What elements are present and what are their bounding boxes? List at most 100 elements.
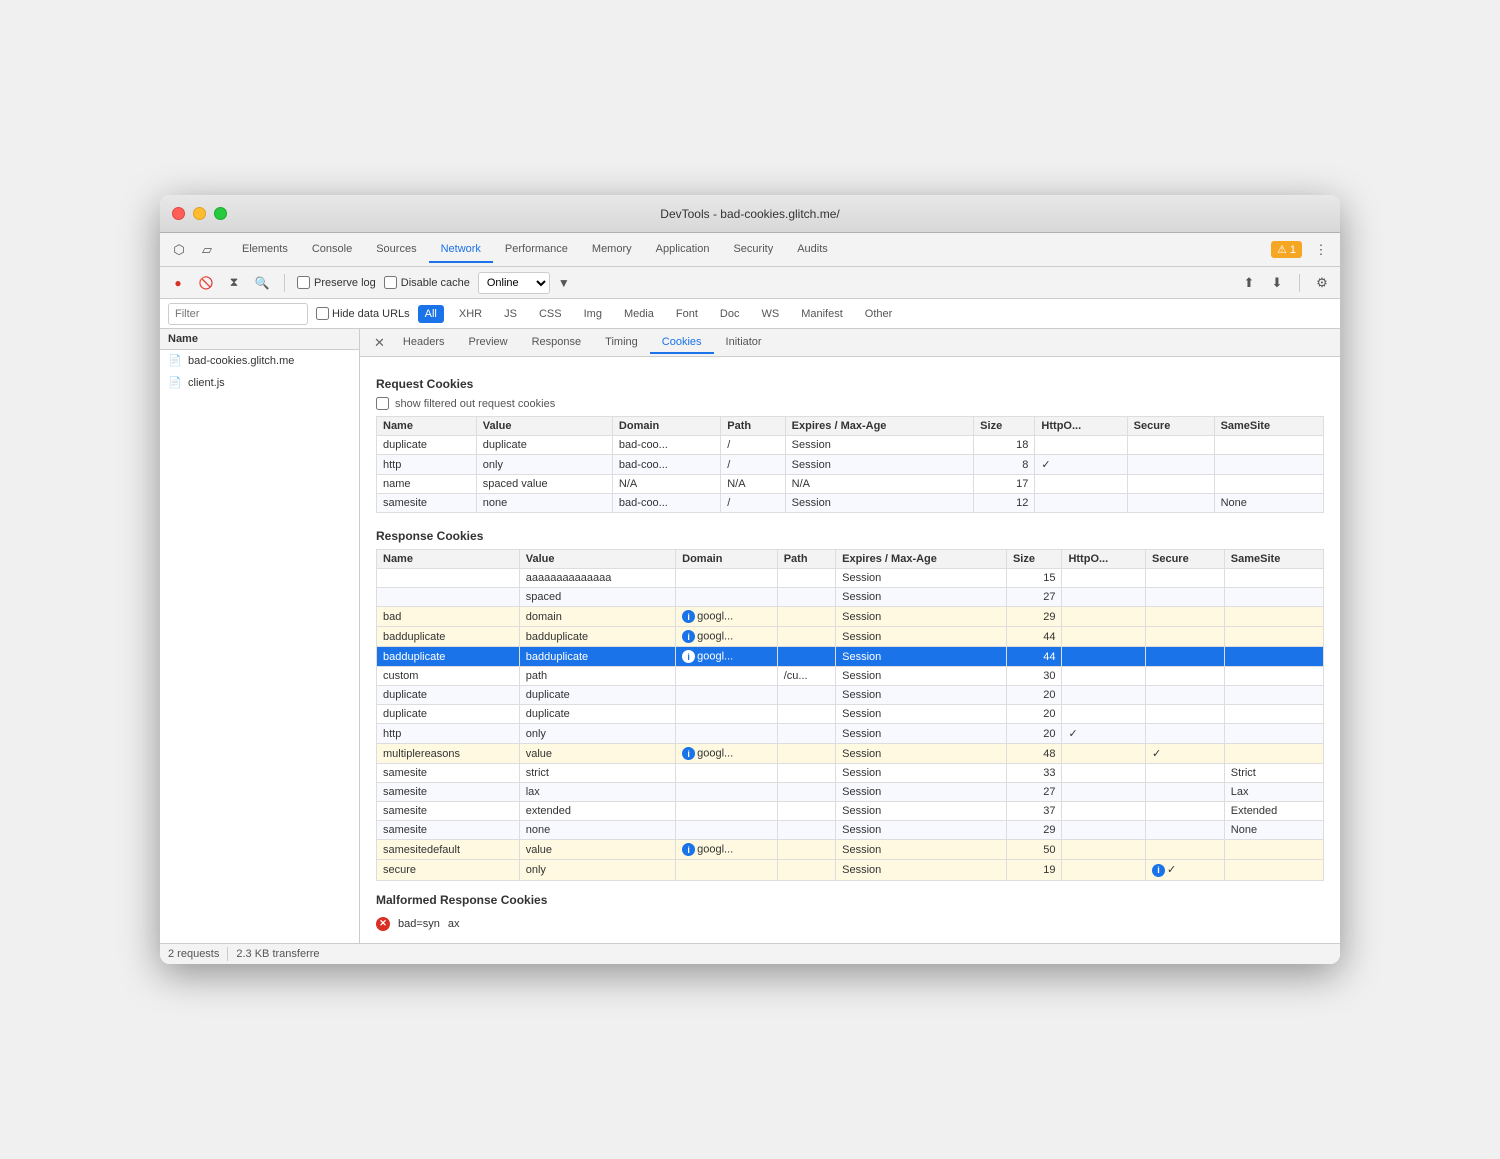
- malformed-extra: ax: [448, 918, 460, 930]
- maximize-button[interactable]: [214, 207, 227, 220]
- upload-btn[interactable]: ⬆: [1239, 273, 1259, 293]
- filter-ws-btn[interactable]: WS: [754, 305, 786, 323]
- download-btn[interactable]: ⬇: [1267, 273, 1287, 293]
- table-row[interactable]: baddomainigoogl...Session29: [377, 607, 1324, 627]
- req-col-domain: Domain: [612, 417, 720, 436]
- cursor-icon-btn[interactable]: ⬡: [168, 239, 190, 261]
- disable-cache-label[interactable]: Disable cache: [384, 276, 470, 289]
- table-row[interactable]: duplicateduplicateSession20: [377, 705, 1324, 724]
- panel-tabs: ✕ Headers Preview Response Timing Cookie…: [360, 329, 1340, 357]
- table-row[interactable]: duplicateduplicateSession20: [377, 686, 1324, 705]
- table-row[interactable]: samesitedefaultvalueigoogl...Session50: [377, 840, 1324, 860]
- req-col-expires: Expires / Max-Age: [785, 417, 974, 436]
- network-toolbar: ● 🚫 ⧗ 🔍 Preserve log Disable cache Onlin…: [160, 267, 1340, 299]
- more-options-btn[interactable]: ⋮: [1310, 239, 1332, 261]
- record-btn[interactable]: ●: [168, 273, 188, 293]
- transfer-size: 2.3 KB transferre: [236, 948, 319, 960]
- filter-all-btn[interactable]: All: [418, 305, 444, 323]
- table-row[interactable]: httponlybad-coo.../Session8✓: [377, 455, 1324, 475]
- filter-xhr-btn[interactable]: XHR: [452, 305, 489, 323]
- filter-img-btn[interactable]: Img: [577, 305, 609, 323]
- table-row[interactable]: multiplereasonsvalueigoogl...Session48✓: [377, 744, 1324, 764]
- panel-tab-preview[interactable]: Preview: [456, 332, 519, 354]
- tab-security[interactable]: Security: [721, 237, 785, 263]
- filter-manifest-btn[interactable]: Manifest: [794, 305, 850, 323]
- filter-font-btn[interactable]: Font: [669, 305, 705, 323]
- disable-cache-checkbox[interactable]: [384, 276, 397, 289]
- show-filtered-checkbox[interactable]: [376, 397, 389, 410]
- filter-css-btn[interactable]: CSS: [532, 305, 569, 323]
- tab-audits[interactable]: Audits: [785, 237, 840, 263]
- main-layout: Name 📄 bad-cookies.glitch.me 📄 client.js…: [160, 329, 1340, 943]
- network-throttle-select[interactable]: Online Offline Slow 3G Fast 3G: [478, 272, 550, 294]
- hide-data-urls-checkbox[interactable]: [316, 307, 329, 320]
- statusbar-divider: [227, 947, 228, 961]
- tab-console[interactable]: Console: [300, 237, 364, 263]
- content-panel: ✕ Headers Preview Response Timing Cookie…: [360, 329, 1340, 943]
- table-row[interactable]: samesitelaxSession27Lax: [377, 783, 1324, 802]
- panel-tab-cookies[interactable]: Cookies: [650, 332, 714, 354]
- table-row[interactable]: duplicateduplicatebad-coo.../Session18: [377, 436, 1324, 455]
- sidebar-item-client-js[interactable]: 📄 client.js: [160, 372, 359, 394]
- requests-count: 2 requests: [168, 948, 219, 960]
- tab-memory[interactable]: Memory: [580, 237, 644, 263]
- preserve-log-label[interactable]: Preserve log: [297, 276, 376, 289]
- malformed-title: Malformed Response Cookies: [376, 893, 1324, 907]
- req-col-samesite: SameSite: [1214, 417, 1323, 436]
- panel-tab-response[interactable]: Response: [520, 332, 594, 354]
- panel-tab-timing[interactable]: Timing: [593, 332, 650, 354]
- table-row[interactable]: spacedSession27: [377, 588, 1324, 607]
- toolbar-divider-2: [1299, 274, 1300, 292]
- filter-js-btn[interactable]: JS: [497, 305, 524, 323]
- cookies-content: Request Cookies show filtered out reques…: [360, 357, 1340, 943]
- malformed-text: bad=syn: [398, 918, 440, 930]
- tab-performance[interactable]: Performance: [493, 237, 580, 263]
- req-col-secure: Secure: [1127, 417, 1214, 436]
- table-row[interactable]: secureonlySession19i✓: [377, 860, 1324, 881]
- tab-application[interactable]: Application: [644, 237, 722, 263]
- tab-elements[interactable]: Elements: [230, 237, 300, 263]
- tab-network[interactable]: Network: [429, 237, 493, 263]
- device-icon-btn[interactable]: ▱: [196, 239, 218, 261]
- info-icon: i: [682, 610, 695, 623]
- search-btn[interactable]: 🔍: [252, 273, 272, 293]
- table-row[interactable]: aaaaaaaaaaaaaaSession15: [377, 569, 1324, 588]
- table-row[interactable]: samesiteextendedSession37Extended: [377, 802, 1324, 821]
- filter-btn[interactable]: ⧗: [224, 273, 244, 293]
- res-col-size: Size: [1006, 550, 1062, 569]
- stop-btn[interactable]: 🚫: [196, 273, 216, 293]
- sidebar-item-bad-cookies[interactable]: 📄 bad-cookies.glitch.me: [160, 350, 359, 372]
- tab-sources[interactable]: Sources: [364, 237, 428, 263]
- panel-close-btn[interactable]: ✕: [368, 335, 391, 351]
- table-row[interactable]: samesitenonebad-coo.../Session12None: [377, 494, 1324, 513]
- info-icon: i: [682, 747, 695, 760]
- table-row[interactable]: badduplicatebadduplicateigoogl...Session…: [377, 627, 1324, 647]
- show-filtered-label[interactable]: show filtered out request cookies: [395, 398, 555, 410]
- js-icon: 📄: [168, 376, 182, 390]
- hide-data-urls-label[interactable]: Hide data URLs: [316, 307, 410, 320]
- request-cookies-title: Request Cookies: [376, 377, 1324, 391]
- minimize-button[interactable]: [193, 207, 206, 220]
- filter-other-btn[interactable]: Other: [858, 305, 900, 323]
- response-cookies-title: Response Cookies: [376, 529, 1324, 543]
- filter-doc-btn[interactable]: Doc: [713, 305, 747, 323]
- filter-media-btn[interactable]: Media: [617, 305, 661, 323]
- table-row[interactable]: custompath/cu...Session30: [377, 667, 1324, 686]
- malformed-item: ✕ bad=syn ax: [376, 913, 1324, 935]
- table-row[interactable]: samesitestrictSession33Strict: [377, 764, 1324, 783]
- panel-tab-initiator[interactable]: Initiator: [714, 332, 774, 354]
- table-row[interactable]: samesitenoneSession29None: [377, 821, 1324, 840]
- table-row[interactable]: httponlySession20✓: [377, 724, 1324, 744]
- table-row[interactable]: namespaced valueN/AN/AN/A17: [377, 475, 1324, 494]
- req-col-size: Size: [974, 417, 1035, 436]
- panel-tab-headers[interactable]: Headers: [391, 332, 457, 354]
- res-col-secure: Secure: [1146, 550, 1225, 569]
- req-col-path: Path: [721, 417, 785, 436]
- devtools-window: DevTools - bad-cookies.glitch.me/ ⬡ ▱ El…: [160, 195, 1340, 964]
- filter-input[interactable]: [168, 303, 308, 325]
- close-button[interactable]: [172, 207, 185, 220]
- table-row[interactable]: badduplicatebadduplicateigoogl...Session…: [377, 647, 1324, 667]
- settings-btn[interactable]: ⚙: [1312, 273, 1332, 293]
- preserve-log-checkbox[interactable]: [297, 276, 310, 289]
- top-tab-icons: ⬡ ▱: [168, 239, 218, 261]
